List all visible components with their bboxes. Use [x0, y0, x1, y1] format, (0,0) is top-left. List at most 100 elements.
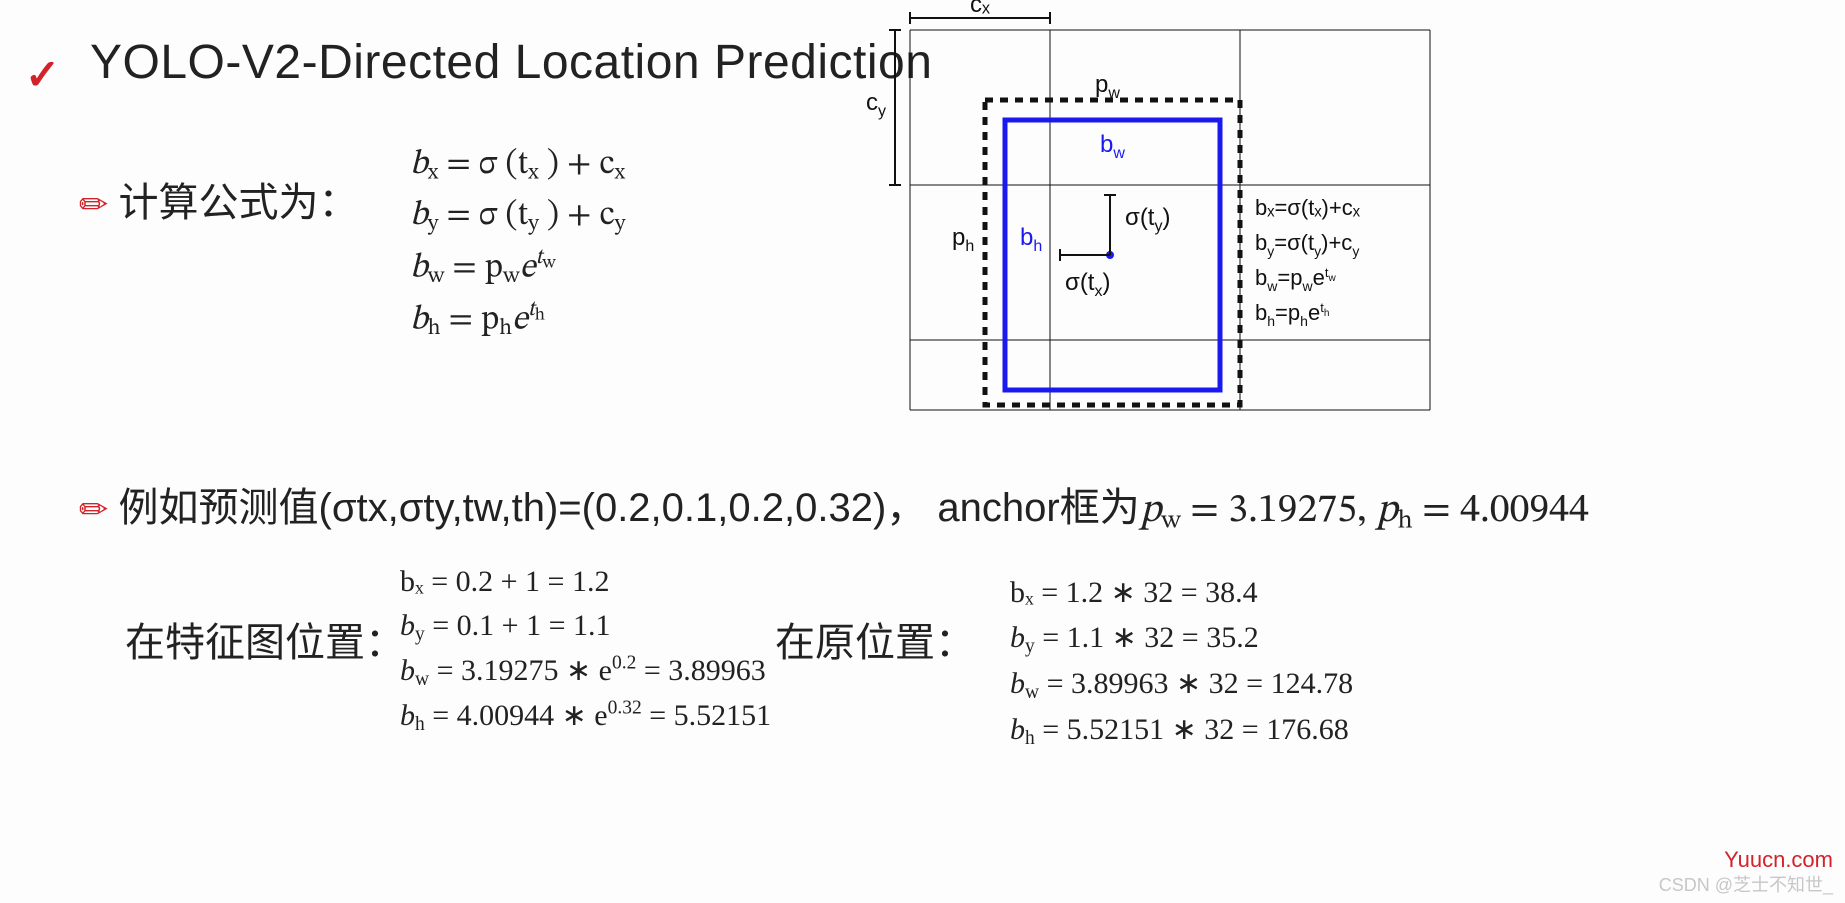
f-bx-sub2: x	[528, 163, 539, 185]
dg-eq3c: e	[1313, 265, 1325, 290]
f-bw-b: b	[410, 251, 428, 285]
dg-eq2b: =σ(t	[1274, 230, 1314, 255]
ex-ph: p	[1376, 491, 1397, 531]
dg-stx: σ(t	[1065, 269, 1095, 296]
dg-eq4a: b	[1255, 300, 1267, 325]
bbox-diagram: cₓ cy pw ph bw bh σ(ty) σ(tx) bₓ=σ(tₓ)+c…	[860, 0, 1560, 430]
ex-pw-s: w	[1161, 509, 1180, 535]
svg-text:σ(tx): σ(tx)	[1065, 269, 1110, 300]
ex-ph-eq: = 4.00944	[1413, 491, 1589, 531]
fb-r2b: = 0.1 + 1 = 1.1	[425, 609, 611, 642]
dg-eq4c: e	[1308, 300, 1320, 325]
fb-r3s: w	[415, 669, 429, 690]
f-bh-e: e	[512, 304, 528, 338]
ob-r3b: = 3.89963 ∗ 32 = 124.78	[1039, 667, 1353, 700]
ob-r3a: b	[1010, 667, 1025, 700]
fb-r3a: b	[400, 654, 415, 687]
ob-r3s: w	[1025, 682, 1039, 703]
dg-eq4s: h	[1267, 313, 1275, 329]
f-bx-mid: = σ (t	[438, 148, 528, 182]
watermark-csdn: CSDN @芝士不知世_	[1659, 871, 1833, 897]
feature-map-label: 在特征图位置：	[125, 610, 405, 668]
formula-block: bx = σ (tx ) + cx by = σ (ty ) + cy bw =…	[410, 140, 625, 347]
f-bw-sub2: w	[503, 266, 520, 288]
dg-eq2c: )+c	[1321, 230, 1352, 255]
original-pos-label: 在原位置：	[775, 610, 975, 668]
dg-cy-sub: y	[878, 103, 886, 120]
fb-r4b: = 4.00944 ∗ e	[425, 699, 608, 732]
ex-ph-s: h	[1398, 509, 1413, 535]
svg-text:σ(ty): σ(ty)	[1125, 204, 1170, 235]
f-by-mid: = σ (t	[438, 199, 528, 233]
dg-stx-sub: x	[1094, 283, 1102, 300]
ex-pw: p	[1140, 491, 1161, 531]
formula-label-text: 计算公式为：	[119, 181, 359, 225]
dg-bw: b	[1100, 131, 1113, 158]
dg-eq2a: b	[1255, 230, 1267, 255]
svg-text:bh: bh	[1020, 224, 1042, 255]
dg-eq2s2: y	[1314, 243, 1321, 259]
dg-eq2s3: y	[1352, 243, 1359, 259]
ob-r1: bₓ = 1.2 ∗ 32 = 38.4	[1010, 570, 1353, 615]
svg-text:by=σ(ty)+cy: by=σ(ty)+cy	[1255, 230, 1359, 259]
fb-r3sup: 0.2	[612, 652, 636, 673]
f-bh-mid: = p	[441, 304, 500, 338]
f-bh-b: b	[410, 304, 428, 338]
svg-text:ph: ph	[952, 224, 974, 255]
dg-sty: σ(t	[1125, 204, 1155, 231]
f-bh-sub2: h	[499, 318, 512, 340]
example-text: 例如预测值(σtx,σty,tw,th)=(0.2,0.1,0.2,0.32)，…	[119, 486, 1140, 530]
fb-r2s: y	[415, 623, 425, 644]
ob-r2b: = 1.1 ∗ 32 = 35.2	[1035, 621, 1259, 654]
dg-sty-end: )	[1162, 204, 1170, 231]
svg-text:cy: cy	[866, 89, 886, 120]
fb-r3c: = 3.89963	[636, 654, 765, 687]
fb-r4a: b	[400, 699, 415, 732]
fb-r4c: = 5.52151	[642, 699, 771, 732]
dg-bh: b	[1020, 224, 1033, 251]
f-bw-sub: w	[428, 266, 445, 288]
dg-pw: p	[1095, 71, 1108, 98]
ob-r4b: = 5.52151 ∗ 32 = 176.68	[1035, 713, 1349, 746]
f-bw-supsub: w	[542, 255, 555, 272]
pencil-icon: ✎	[70, 486, 118, 534]
f-bx-mid2: ) + c	[539, 148, 615, 182]
fb-r4sup: 0.32	[608, 697, 642, 718]
dg-eq4s2: h	[1300, 313, 1308, 329]
f-bx-sub: x	[428, 163, 439, 185]
ob-r2a: b	[1010, 621, 1025, 654]
fb-r4s: h	[415, 714, 425, 735]
svg-text:bw: bw	[1100, 131, 1125, 162]
f-bh-sup: t	[528, 299, 535, 321]
f-by-sub2: y	[528, 214, 539, 236]
check-icon: ✓	[25, 50, 60, 99]
dg-eq4b: =p	[1275, 300, 1300, 325]
f-bx-sub3: x	[615, 163, 626, 185]
ex-pw-eq: = 3.19275,	[1181, 491, 1376, 531]
dg-eq3b: =p	[1277, 265, 1302, 290]
dg-ph-sub: h	[965, 238, 974, 255]
watermark-yuucn: Yuucn.com	[1724, 847, 1833, 873]
svg-text:pw: pw	[1095, 71, 1120, 102]
dg-eq2s: y	[1267, 243, 1274, 259]
f-bw-e: e	[520, 251, 536, 285]
page-title: YOLO-V2-Directed Location Prediction	[90, 35, 932, 90]
f-by-mid2: ) + c	[539, 199, 615, 233]
dg-eq1: bₓ=σ(tₓ)+cₓ	[1255, 195, 1361, 220]
f-by-b: b	[410, 199, 428, 233]
f-by-sub: y	[428, 214, 439, 236]
dg-pw-sub: w	[1107, 85, 1120, 102]
feature-map-block: bₓ = 0.2 + 1 = 1.2 by = 0.1 + 1 = 1.1 bw…	[400, 560, 771, 739]
dg-bw-sub: w	[1112, 145, 1125, 162]
svg-text:bw=pwetw: bw=pwetw	[1255, 265, 1336, 294]
fb-r1: bₓ = 0.2 + 1 = 1.2	[400, 560, 771, 604]
ob-r2s: y	[1025, 636, 1035, 657]
pencil-icon: ✎	[70, 181, 118, 229]
fb-r2a: b	[400, 609, 415, 642]
dg-eq3a: b	[1255, 265, 1267, 290]
f-bx-b: b	[410, 148, 428, 182]
ob-r4a: b	[1010, 713, 1025, 746]
dg-ph: p	[952, 224, 965, 251]
ob-r4s: h	[1025, 728, 1035, 749]
f-bw-mid: = p	[444, 251, 503, 285]
